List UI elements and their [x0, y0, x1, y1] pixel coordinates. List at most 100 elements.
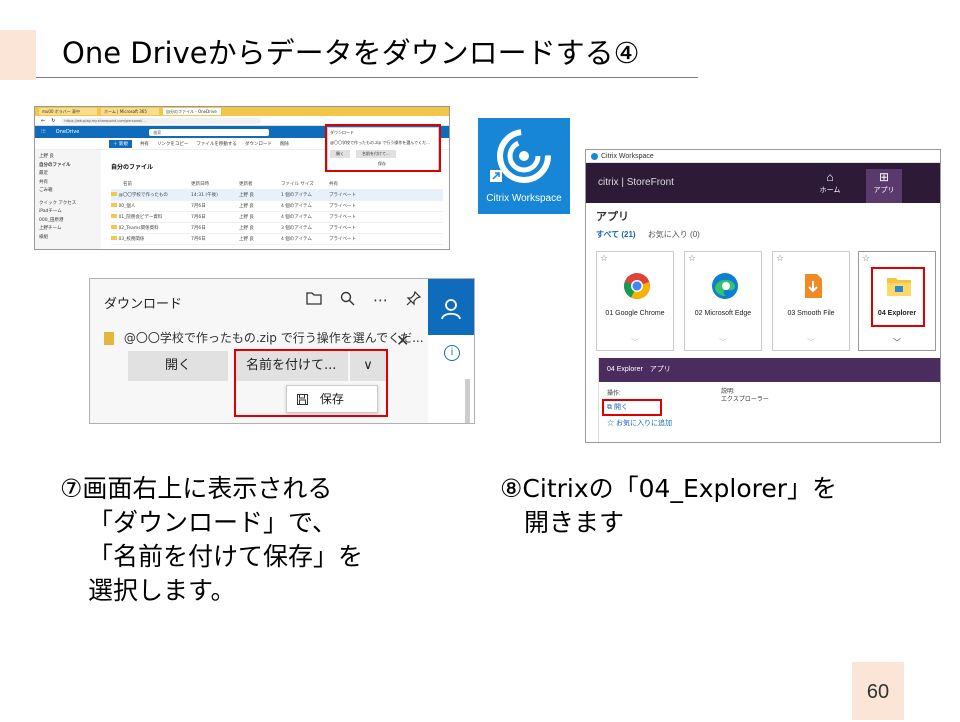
column-modified[interactable]: 更新日時 [191, 181, 229, 187]
column-size[interactable]: ファイル サイズ [281, 181, 319, 187]
citrix-small-icon [591, 152, 598, 160]
table-row[interactable]: 03_校務関係 7月6日 上野 良 4 個のアイテム プライベート [111, 234, 443, 245]
browser-tab-active[interactable]: 自分のファイル - OneDrive [163, 108, 221, 115]
zip-folder-icon [111, 192, 117, 196]
highlight-box [602, 399, 662, 416]
column-name[interactable]: 名前 [111, 181, 181, 187]
caption-line: ⑦画面右上に表示される [60, 474, 333, 503]
search-icon[interactable] [340, 291, 355, 310]
search-input[interactable]: 検索 [149, 128, 270, 136]
apps-heading: アプリ [596, 211, 629, 223]
download-file-prompt: @〇〇学校で作ったもの.zip で行う操作を選んでくだ... [104, 329, 424, 346]
download-panel-toolbar: ⋯ [306, 290, 422, 310]
app-tile-edge[interactable]: ☆ 02 Microsoft Edge ﹀ [684, 251, 762, 351]
chevron-down-icon[interactable]: ﹀ [685, 337, 761, 348]
more-icon[interactable]: ⋯ [373, 291, 388, 310]
sidebar-item-myfiles[interactable]: 自分のファイル [39, 162, 97, 171]
file-modified: 7月6日 [191, 215, 206, 220]
browser-tab[interactable]: ホーム | Microsoft 365 [101, 108, 159, 115]
url-field[interactable]: https://eduplay.my.sharepoint.com/person… [61, 117, 262, 124]
storefront-header: citrix | StoreFront ⌂ ホーム ⊞ アプリ [586, 163, 940, 203]
sidebar-item-recent[interactable]: 最近 [39, 170, 97, 179]
column-share[interactable]: 共有 [329, 181, 338, 187]
sidebar-item-team[interactable]: 000_田原港 [39, 217, 97, 226]
apps-filter: すべて (21) お気に入り (0) [596, 229, 700, 240]
add-favorite-label: お気に入りに追加 [615, 420, 672, 427]
filter-favorites[interactable]: お気に入り (0) [648, 230, 700, 239]
title-underline [36, 77, 698, 78]
file-share: プライベート [329, 237, 356, 242]
sidebar-item-shared[interactable]: 共有 [39, 179, 97, 188]
open-button[interactable]: 開く [128, 351, 228, 381]
filter-all[interactable]: すべて (21) [596, 230, 636, 239]
favorite-star-icon[interactable]: ☆ [862, 253, 870, 264]
table-row[interactable]: @〇〇学校で作ったもの 14:31 (午後) 上野 良 1 個のアイテム プライ… [111, 190, 443, 201]
add-favorite-action[interactable]: ☆ お気に入りに追加 [607, 418, 672, 428]
slide-title: One Driveからデータをダウンロードする④ [62, 36, 640, 70]
table-row[interactable]: 02_Teams関係資料 7月6日 上野 良 3 個のアイテム プライベート [111, 223, 443, 234]
column-owner[interactable]: 更新者 [239, 181, 271, 187]
folder-icon[interactable] [306, 291, 322, 310]
operations-label: 操作: [607, 391, 621, 397]
storefront-logo: citrix | StoreFront [598, 177, 674, 188]
browser-tab-strip: mu00 ボラバー 表中 ホーム | Microsoft 365 自分のファイル… [35, 107, 449, 116]
file-owner: 上野 良 [239, 237, 254, 242]
file-modified: 14:31 (午後) [191, 193, 218, 198]
right-caption: ⑧Citrixの「04_Explorer」を 開きます [500, 472, 837, 540]
profile-icon[interactable] [428, 279, 474, 335]
folder-icon [111, 214, 117, 218]
sidebar-item-team[interactable]: 様組 [39, 234, 97, 243]
move-button[interactable]: ファイルを移動する [196, 141, 237, 147]
delete-button[interactable]: 削除 [280, 141, 289, 147]
chevron-down-icon[interactable]: ﹀ [773, 337, 849, 348]
nav-home[interactable]: ⌂ ホーム [812, 169, 848, 195]
app-tile-chrome[interactable]: ☆ 01 Google Chrome ﹀ [596, 251, 674, 351]
new-button[interactable]: ＋ 新規 [109, 139, 132, 148]
file-name: 02_Teams関係資料 [118, 226, 159, 231]
sidebar-item-team[interactable]: 上野チーム [39, 225, 97, 234]
close-icon[interactable]: ✕ [396, 331, 409, 350]
chevron-down-icon[interactable]: ﹀ [597, 337, 673, 348]
file-size: 4 個のアイテム [281, 215, 312, 220]
highlight-box [325, 124, 441, 172]
browser-tab[interactable]: mu00 ボラバー 表中 [39, 108, 97, 115]
chevron-down-icon[interactable]: ﹀ [859, 337, 935, 348]
sidebar-item-team[interactable]: iPadチーム [39, 208, 97, 217]
description-value: エクスプローラー [721, 397, 769, 403]
scrollbar[interactable] [465, 379, 470, 423]
file-size: 4 個のアイテム [281, 204, 312, 209]
back-icon[interactable]: ← [41, 118, 45, 124]
nav-apps[interactable]: ⊞ アプリ [866, 169, 902, 203]
file-modified: 7月6日 [191, 226, 206, 231]
caption-line: 選択します。 [88, 576, 236, 605]
file-name: @〇〇学校で作ったもの [118, 193, 168, 198]
download-button[interactable]: ダウンロード [245, 141, 272, 147]
window-title: Citrix Workspace [601, 153, 654, 160]
apps-grid-icon: ⊞ [878, 170, 890, 184]
folder-icon [111, 236, 117, 240]
citrix-workspace-icon[interactable]: Citrix Workspace [478, 118, 570, 214]
copy-link-button[interactable]: リンクをコピー [157, 141, 189, 147]
file-modified: 7月6日 [191, 204, 206, 209]
table-row[interactable]: 01_院務会ビデー資料 7月6日 上野 良 4 個のアイテム プライベート [111, 212, 443, 223]
app-launcher-icon[interactable]: ⁝⁝⁝ [41, 129, 46, 135]
star-icon: ☆ [607, 420, 614, 427]
table-row[interactable]: 00_個人 7月6日 上野 良 4 個のアイテム プライベート [111, 201, 443, 212]
share-button[interactable]: 共有 [140, 141, 149, 147]
favorite-star-icon[interactable]: ☆ [600, 253, 608, 264]
highlight-box [871, 267, 925, 327]
favorite-star-icon[interactable]: ☆ [776, 253, 784, 264]
sidebar-item-trash[interactable]: ごみ箱 [39, 187, 97, 196]
pin-icon[interactable] [406, 290, 422, 310]
refresh-icon[interactable]: ↻ [51, 118, 55, 124]
info-icon[interactable]: i [444, 345, 460, 361]
app-tile-smoothfile[interactable]: ☆ 03 Smooth File ﹀ [772, 251, 850, 351]
onedrive-sidebar: 上野 良 自分のファイル 最近 共有 ごみ箱 クイック アクセス iPadチーム… [35, 150, 101, 249]
highlight-box [234, 349, 388, 417]
favorite-star-icon[interactable]: ☆ [688, 253, 696, 264]
file-owner: 上野 良 [239, 193, 254, 198]
file-size: 3 個のアイテム [281, 226, 312, 231]
chrome-icon [624, 273, 650, 299]
description-block: 説明: エクスプローラー [721, 388, 769, 404]
file-modified: 7月6日 [191, 237, 206, 242]
